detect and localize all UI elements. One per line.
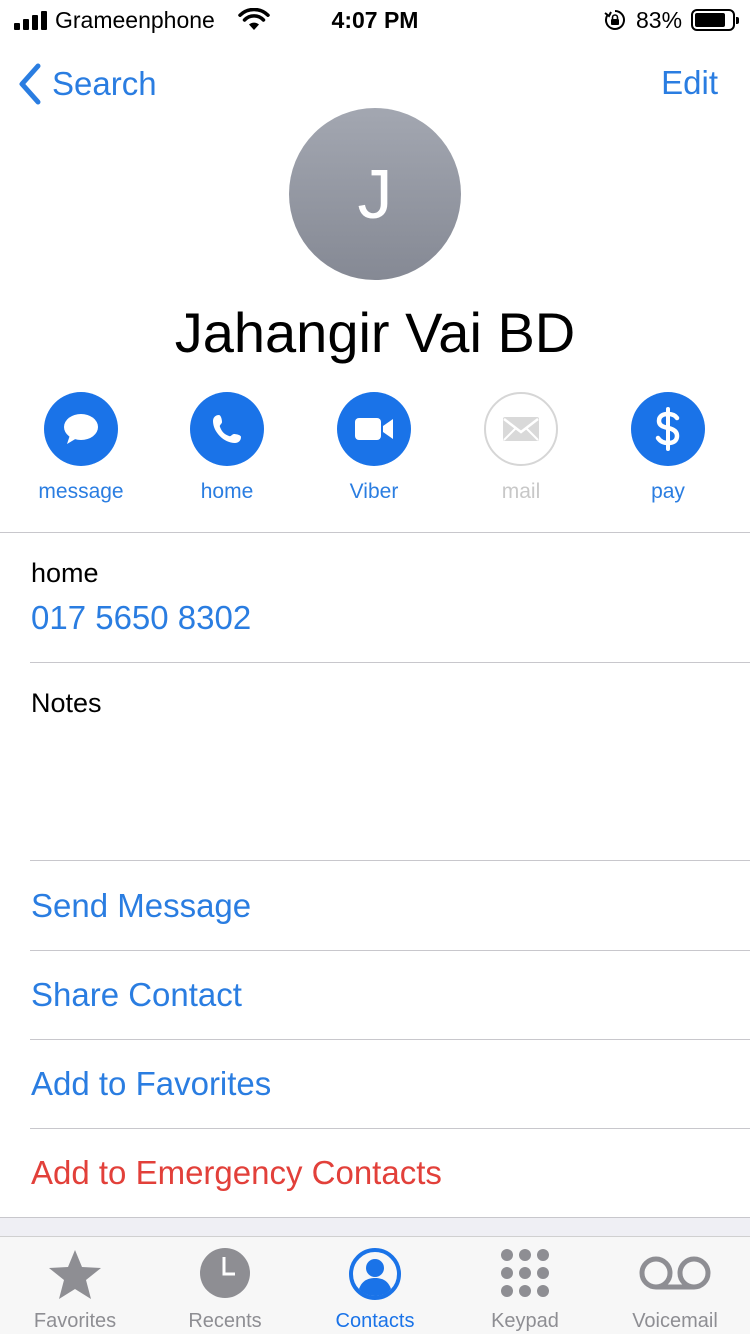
viber-action-button[interactable]: Viber: [309, 392, 439, 504]
clock-icon: [200, 1248, 250, 1298]
share-contact-button[interactable]: Share Contact: [31, 976, 242, 1014]
tab-bar: Favorites Recents Contacts Keypad Voicem…: [0, 1236, 750, 1334]
dollar-icon: [631, 392, 705, 466]
call-home-action-button[interactable]: home: [162, 392, 292, 504]
quick-actions: message home Viber mail pay: [0, 392, 750, 512]
message-bubble-icon: [44, 392, 118, 466]
send-message-button[interactable]: Send Message: [31, 887, 251, 925]
tab-contacts-label: Contacts: [335, 1310, 415, 1332]
tab-keypad-label: Keypad: [491, 1310, 559, 1332]
voicemail-icon: [639, 1256, 711, 1290]
phone-icon: [190, 392, 264, 466]
header-divider: [0, 532, 750, 533]
video-camera-icon: [337, 392, 411, 466]
chevron-left-icon: [19, 63, 41, 105]
home-action-label: home: [200, 480, 254, 503]
pay-action-label: pay: [651, 480, 685, 503]
message-action-button[interactable]: message: [16, 392, 146, 504]
back-button-label: Search: [52, 65, 157, 102]
tab-favorites[interactable]: Favorites: [0, 1237, 150, 1334]
mail-action-button[interactable]: mail: [456, 392, 586, 504]
phone-label: home: [31, 558, 99, 588]
tab-favorites-label: Favorites: [33, 1310, 117, 1332]
contact-detail-screen: Grameenphone 4:07 PM 83% Search Edit J J…: [0, 0, 750, 1334]
notes-field[interactable]: [0, 663, 750, 860]
add-to-emergency-contacts-button[interactable]: Add to Emergency Contacts: [31, 1154, 442, 1192]
viber-action-label: Viber: [349, 480, 399, 503]
row-divider: [30, 860, 750, 861]
row-divider: [30, 1039, 750, 1040]
row-divider: [30, 1128, 750, 1129]
tab-recents-label: Recents: [188, 1310, 262, 1332]
edit-button[interactable]: Edit: [661, 64, 718, 102]
tab-keypad[interactable]: Keypad: [450, 1237, 600, 1334]
avatar: J: [289, 108, 461, 280]
section-gap: [0, 1218, 750, 1236]
row-divider: [30, 950, 750, 951]
tab-recents[interactable]: Recents: [150, 1237, 300, 1334]
message-action-label: message: [38, 480, 124, 503]
mail-action-label: mail: [501, 480, 541, 503]
contact-name: Jahangir Vai BD: [174, 301, 576, 364]
star-icon: [49, 1250, 101, 1299]
pay-action-button[interactable]: pay: [603, 392, 733, 504]
status-bar: Grameenphone 4:07 PM 83%: [0, 0, 750, 40]
person-circle-icon: [349, 1248, 401, 1300]
add-to-favorites-button[interactable]: Add to Favorites: [31, 1065, 271, 1103]
envelope-icon: [484, 392, 558, 466]
orientation-lock-icon: [604, 10, 625, 30]
phone-number-link[interactable]: 017 5650 8302: [31, 599, 251, 637]
tab-voicemail[interactable]: Voicemail: [600, 1237, 750, 1334]
battery-icon: [691, 9, 739, 31]
back-button[interactable]: Search: [16, 60, 157, 108]
avatar-initial: J: [357, 155, 393, 233]
keypad-icon: [501, 1249, 549, 1297]
tab-contacts[interactable]: Contacts: [300, 1237, 450, 1334]
tab-voicemail-label: Voicemail: [632, 1310, 718, 1332]
battery-percent: 83%: [636, 7, 683, 33]
